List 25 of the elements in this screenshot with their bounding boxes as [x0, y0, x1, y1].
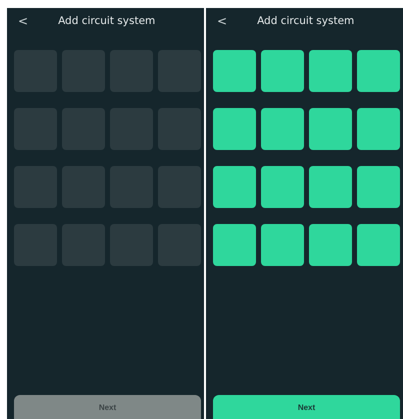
circuit-tile[interactable]: [110, 50, 153, 92]
circuit-tile[interactable]: [357, 50, 400, 92]
circuit-tile[interactable]: [213, 224, 256, 266]
back-button[interactable]: <: [14, 14, 32, 28]
circuit-tile[interactable]: [261, 166, 304, 208]
screen-title: Add circuit system: [58, 15, 156, 27]
next-button[interactable]: Next: [213, 395, 400, 419]
circuit-tile[interactable]: [110, 108, 153, 150]
circuit-tile[interactable]: [261, 224, 304, 266]
circuit-tile[interactable]: [110, 166, 153, 208]
circuit-tile[interactable]: [357, 166, 400, 208]
back-button[interactable]: <: [213, 14, 232, 28]
circuit-tile[interactable]: [261, 50, 304, 92]
circuit-tile[interactable]: [309, 224, 352, 266]
circuit-tile[interactable]: [213, 108, 256, 150]
circuit-tile[interactable]: [309, 108, 352, 150]
circuit-tile[interactable]: [261, 108, 304, 150]
circuit-tile[interactable]: [357, 108, 400, 150]
circuit-tile[interactable]: [309, 166, 352, 208]
circuit-tile[interactable]: [309, 50, 352, 92]
circuit-tile[interactable]: [357, 224, 400, 266]
screen-title: Add circuit system: [257, 15, 354, 27]
circuit-tile[interactable]: [213, 50, 256, 92]
circuit-tile[interactable]: [213, 166, 256, 208]
circuit-tile[interactable]: [110, 224, 153, 266]
